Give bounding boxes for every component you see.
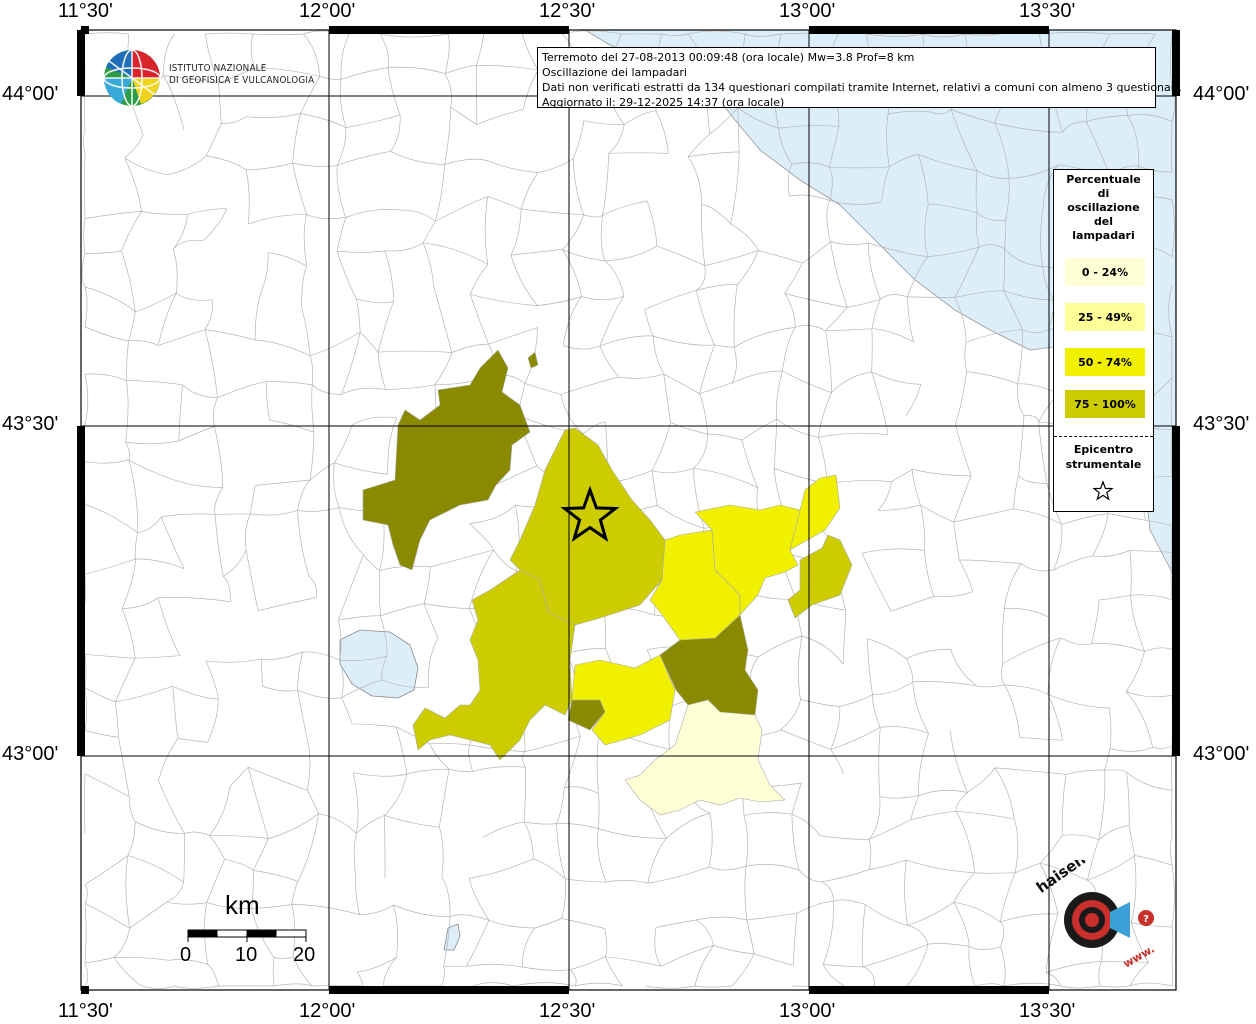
ingv-name: ISTITUTO NAZIONALE DI GEOFISICA E VULCAN… xyxy=(169,63,314,87)
lat-label-left-2: 43°30' xyxy=(2,413,59,435)
lon-label-bottom-5: 13°30' xyxy=(1019,1000,1076,1022)
legend-class-0-24: 0 - 24% xyxy=(1065,258,1145,286)
ingv-logo: ISTITUTO NAZIONALE DI GEOFISICA E VULCAN… xyxy=(101,47,314,109)
legend-class-25-49: 25 - 49% xyxy=(1065,303,1145,331)
scale-label-20: 20 xyxy=(293,944,316,966)
seismograph-logo-icon: ? haisentitoilterremoto.it www. xyxy=(1033,768,1207,971)
legend-title-line: Percentuale xyxy=(1066,173,1141,186)
ingv-name-line1: ISTITUTO NAZIONALE xyxy=(169,63,267,74)
legend: Percentuale di oscillazione del lampadar… xyxy=(1053,169,1154,512)
ingv-globe-icon xyxy=(103,49,161,107)
lon-label-top-4: 13°00' xyxy=(779,0,836,22)
map-subject: Oscillazione dei lampadari xyxy=(542,66,687,79)
legend-separator xyxy=(1054,436,1153,437)
legend-title-line: del xyxy=(1093,215,1114,228)
lon-label-bottom-3: 12°30' xyxy=(539,1000,596,1022)
lon-label-bottom-2: 12°00' xyxy=(299,1000,356,1022)
lat-label-right-3: 43°00' xyxy=(1193,743,1250,765)
lon-label-bottom-4: 13°00' xyxy=(779,1000,836,1022)
legend-title: Percentuale di oscillazione del lampadar… xyxy=(1054,170,1153,243)
lat-label-right-2: 43°30' xyxy=(1193,413,1250,435)
lon-label-top-1: 11°30' xyxy=(58,0,113,22)
event-title: Terremoto del 27-08-2013 00:09:48 (ora l… xyxy=(542,51,915,64)
data-note: Dati non verificati estratti da 134 ques… xyxy=(542,81,1182,94)
lat-label-left-3: 43°00' xyxy=(2,743,59,765)
legend-class-50-74: 50 - 74% xyxy=(1065,348,1145,376)
legend-epicenter-label: Epicentro strumentale xyxy=(1054,442,1153,472)
scale-bar: km 0 10 20 xyxy=(180,890,330,970)
scale-label-10: 10 xyxy=(235,944,258,966)
legend-class-75-100: 75 - 100% xyxy=(1065,390,1145,418)
hst-logo[interactable]: ? haisentitoilterremoto.it www. xyxy=(1030,768,1207,980)
legend-epicenter-line: Epicentro xyxy=(1073,443,1134,456)
lon-label-bottom-1: 11°30' xyxy=(58,1000,113,1022)
star-icon xyxy=(1092,480,1114,501)
lat-label-left-1: 44°00' xyxy=(2,83,59,105)
lon-label-top-3: 12°30' xyxy=(539,0,596,22)
svg-text:?: ? xyxy=(1143,914,1149,925)
legend-epicenter-line: strumentale xyxy=(1065,458,1142,471)
lat-label-right-1: 44°00' xyxy=(1193,83,1250,105)
scale-unit: km xyxy=(225,890,260,920)
hst-logo-text: haisentitoilterremoto.it xyxy=(1033,860,1170,897)
lon-label-top-5: 13°30' xyxy=(1019,0,1076,22)
scale-label-0: 0 xyxy=(180,944,192,966)
legend-title-line: di xyxy=(1097,187,1110,200)
legend-title-line: lampadari xyxy=(1072,229,1135,242)
lon-label-top-2: 12°00' xyxy=(299,0,356,22)
hst-logo-url: www. xyxy=(1121,942,1157,970)
update-time: Aggiornato il: 29-12-2025 14:37 (ora loc… xyxy=(542,96,785,109)
event-info-box: Terremoto del 27-08-2013 00:09:48 (ora l… xyxy=(537,47,1182,109)
ingv-name-line2: DI GEOFISICA E VULCANOLOGIA xyxy=(169,75,315,86)
legend-title-line: oscillazione xyxy=(1067,201,1140,214)
